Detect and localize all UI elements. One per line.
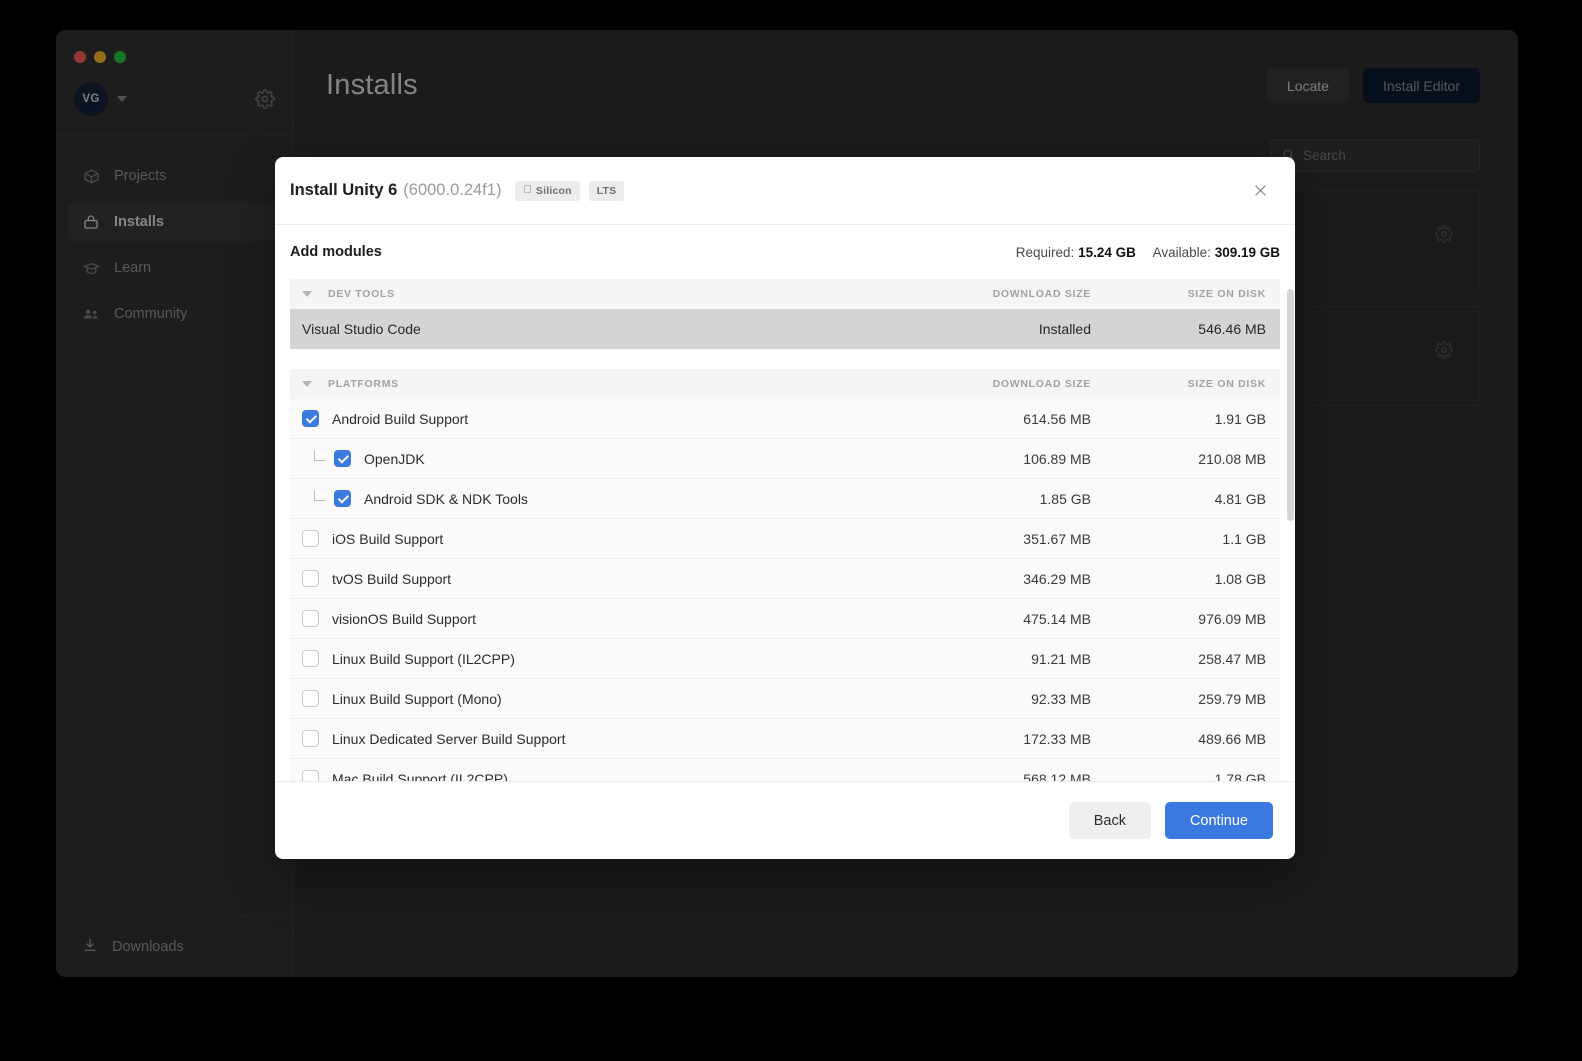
badge-label: LTS: [588, 184, 616, 197]
module-row[interactable]: visionOS Build Support 475.14 MB 976.09 MB: [290, 599, 1280, 639]
module-label: Linux Build Support (IL2CPP): [332, 650, 515, 667]
badge-label: Silicon: [527, 184, 572, 197]
module-label: Visual Studio Code: [302, 320, 421, 337]
module-row[interactable]: Android SDK & NDK Tools 1.85 GB 4.81 GB: [290, 479, 1280, 519]
module-label: Android SDK & NDK Tools: [364, 490, 528, 507]
module-size-on-disk: 259.79 MB: [1198, 690, 1266, 707]
module-row[interactable]: Linux Dedicated Server Build Support 172.…: [290, 719, 1280, 759]
module-checkbox[interactable]: [334, 450, 351, 467]
module-size-on-disk: 1.1 GB: [1222, 530, 1266, 547]
module-checkbox[interactable]: [302, 730, 319, 747]
column-size-on-disk: SIZE ON DISK: [1187, 288, 1266, 300]
module-download-size: 1.85 GB: [1039, 490, 1091, 507]
module-download-size: 475.14 MB: [1023, 610, 1091, 627]
column-download-size: DOWNLOAD SIZE: [992, 288, 1091, 300]
module-download-size: 346.29 MB: [1023, 570, 1091, 587]
module-checkbox[interactable]: [302, 570, 319, 587]
module-row[interactable]: Mac Build Support (IL2CPP) 568.12 MB 1.78 …: [290, 759, 1280, 781]
tree-branch-icon: [314, 490, 326, 501]
module-download-size: 92.33 MB: [1031, 690, 1091, 707]
scrollbar-thumb[interactable]: [1287, 289, 1294, 521]
required-value: 15.24 GB: [1078, 244, 1136, 260]
module-checkbox[interactable]: [302, 610, 319, 627]
module-checkbox[interactable]: [334, 490, 351, 507]
module-size-on-disk: 258.47 MB: [1198, 650, 1266, 667]
modules-list: DEV TOOLS DOWNLOAD SIZE SIZE ON DISK Visual…: [290, 279, 1280, 781]
module-download-size: 614.56 MB: [1023, 410, 1091, 427]
module-size-on-disk: 976.09 MB: [1198, 610, 1266, 627]
module-label: Linux Build Support (Mono): [332, 690, 502, 707]
badge-silicon:  Silicon: [515, 180, 580, 201]
module-checkbox[interactable]: [302, 530, 319, 547]
chevron-down-icon[interactable]: [302, 291, 312, 297]
install-modules-dialog: Install Unity 6 (6000.0.24f1)  Silicon …: [275, 157, 1295, 859]
required-label: Required:: [1015, 244, 1075, 260]
module-size-on-disk: 1.08 GB: [1214, 570, 1266, 587]
module-label: OpenJDK: [364, 450, 425, 467]
screen: VG Projects Installs Learn Community Dow…: [0, 0, 1582, 1061]
module-label: iOS Build Support: [332, 530, 444, 547]
module-download-size: Installed: [1038, 320, 1091, 337]
storage-stats: Required: 15.24 GB Available: 309.19 GB: [1016, 245, 1280, 260]
module-size-on-disk: 4.81 GB: [1214, 490, 1266, 507]
apple-icon: : [523, 185, 531, 196]
available-value: 309.19 GB: [1214, 244, 1280, 260]
badge-lts: LTS: [588, 180, 625, 201]
module-label: tvOS Build Support: [332, 570, 452, 587]
module-download-size: 106.89 MB: [1023, 450, 1091, 467]
module-download-size: 172.33 MB: [1023, 730, 1091, 747]
group-header[interactable]: PLATFORMS DOWNLOAD SIZE SIZE ON DISK: [290, 369, 1280, 399]
column-size-on-disk: SIZE ON DISK: [1187, 378, 1266, 390]
module-size-on-disk: 1.78 GB: [1214, 770, 1266, 782]
module-label: Android Build Support: [332, 410, 469, 427]
available-label: Available:: [1152, 244, 1211, 260]
module-label: Linux Dedicated Server Build Support: [332, 730, 566, 747]
add-modules-title: Add modules: [290, 244, 382, 260]
module-size-on-disk: 546.46 MB: [1198, 320, 1266, 337]
module-size-on-disk: 1.91 GB: [1214, 410, 1266, 427]
group-title: PLATFORMS: [328, 378, 399, 390]
module-row[interactable]: iOS Build Support 351.67 MB 1.1 GB: [290, 519, 1280, 559]
module-checkbox[interactable]: [302, 650, 319, 667]
dialog-footer: Back Continue: [275, 781, 1295, 859]
column-download-size: DOWNLOAD SIZE: [992, 378, 1091, 390]
module-download-size: 351.67 MB: [1023, 530, 1091, 547]
dialog-subheader: Add modules Required: 15.24 GB Available…: [275, 225, 1295, 279]
module-checkbox[interactable]: [302, 410, 319, 427]
modules-scroll-container: DEV TOOLS DOWNLOAD SIZE SIZE ON DISK Visual…: [275, 279, 1295, 781]
group-header[interactable]: DEV TOOLS DOWNLOAD SIZE SIZE ON DISK: [290, 279, 1280, 309]
module-row[interactable]: Android Build Support 614.56 MB 1.91 GB: [290, 399, 1280, 439]
module-size-on-disk: 210.08 MB: [1198, 450, 1266, 467]
module-size-on-disk: 489.66 MB: [1198, 730, 1266, 747]
chevron-down-icon[interactable]: [302, 381, 312, 387]
module-checkbox[interactable]: [302, 770, 319, 781]
module-row[interactable]: Linux Build Support (Mono) 92.33 MB 259.79…: [290, 679, 1280, 719]
module-download-size: 568.12 MB: [1023, 770, 1091, 782]
module-label: Mac Build Support (IL2CPP): [332, 770, 508, 782]
back-button[interactable]: Back: [1068, 802, 1151, 839]
group-title: DEV TOOLS: [328, 288, 395, 300]
module-download-size: 91.21 MB: [1031, 650, 1091, 667]
continue-button[interactable]: Continue: [1164, 802, 1273, 839]
module-row[interactable]: Visual Studio Code Installed 546.46 MB: [290, 309, 1280, 349]
dialog-badges:  Silicon LTS: [515, 180, 625, 201]
module-checkbox[interactable]: [302, 690, 319, 707]
tree-branch-icon: [314, 450, 326, 461]
dialog-header: Install Unity 6 (6000.0.24f1)  Silicon …: [275, 157, 1295, 225]
module-label: visionOS Build Support: [332, 610, 476, 627]
dialog-title: Install Unity 6: [290, 181, 398, 199]
module-row[interactable]: OpenJDK 106.89 MB 210.08 MB: [290, 439, 1280, 479]
dialog-version: (6000.0.24f1): [403, 181, 502, 199]
module-row[interactable]: Linux Build Support (IL2CPP) 91.21 MB 258.…: [290, 639, 1280, 679]
scrollbar[interactable]: [1287, 285, 1294, 777]
close-icon[interactable]: [1247, 178, 1273, 204]
module-row[interactable]: tvOS Build Support 346.29 MB 1.08 GB: [290, 559, 1280, 599]
